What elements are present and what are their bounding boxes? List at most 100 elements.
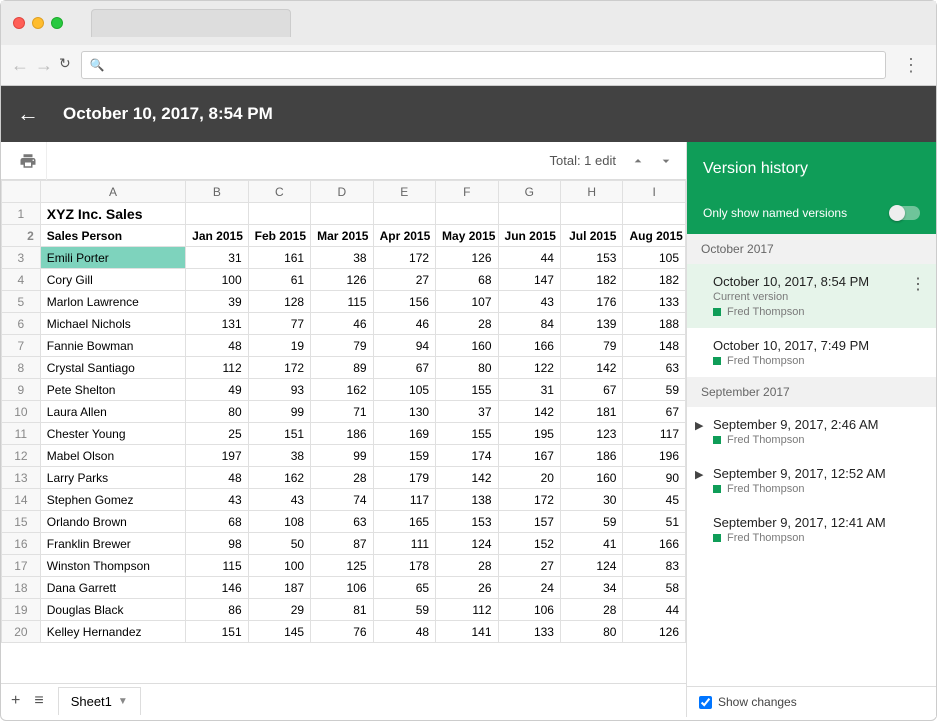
data-cell[interactable]: 128 — [248, 291, 310, 313]
data-cell[interactable]: 39 — [186, 291, 248, 313]
window-close-icon[interactable] — [13, 17, 25, 29]
data-cell[interactable]: 46 — [311, 313, 373, 335]
data-cell[interactable]: 147 — [498, 269, 560, 291]
window-min-icon[interactable] — [32, 17, 44, 29]
data-cell[interactable]: 28 — [436, 555, 498, 577]
data-cell[interactable]: 165 — [373, 511, 435, 533]
name-cell[interactable]: Winston Thompson — [40, 555, 185, 577]
data-cell[interactable]: 111 — [373, 533, 435, 555]
name-cell[interactable]: Chester Young — [40, 423, 185, 445]
data-cell[interactable]: 106 — [311, 577, 373, 599]
header-cell[interactable]: Aug 2015 — [623, 225, 686, 247]
all-sheets-button[interactable]: ≡ — [34, 692, 43, 710]
data-cell[interactable]: 197 — [186, 445, 248, 467]
name-cell[interactable]: Laura Allen — [40, 401, 185, 423]
data-cell[interactable]: 90 — [623, 467, 686, 489]
data-cell[interactable]: 179 — [373, 467, 435, 489]
data-cell[interactable]: 156 — [373, 291, 435, 313]
sheet-title-cell[interactable]: XYZ Inc. Sales — [40, 203, 185, 225]
data-cell[interactable]: 45 — [623, 489, 686, 511]
data-cell[interactable]: 131 — [186, 313, 248, 335]
data-cell[interactable]: 38 — [248, 445, 310, 467]
data-cell[interactable]: 124 — [560, 555, 622, 577]
header-cell[interactable]: Feb 2015 — [248, 225, 310, 247]
row-header[interactable]: 15 — [2, 511, 41, 533]
data-cell[interactable]: 166 — [623, 533, 686, 555]
data-cell[interactable]: 93 — [248, 379, 310, 401]
data-cell[interactable]: 172 — [498, 489, 560, 511]
data-cell[interactable]: 115 — [311, 291, 373, 313]
data-cell[interactable]: 117 — [373, 489, 435, 511]
name-cell[interactable]: Douglas Black — [40, 599, 185, 621]
data-cell[interactable]: 142 — [498, 401, 560, 423]
prev-edit-button[interactable] — [626, 149, 650, 173]
data-cell[interactable]: 41 — [560, 533, 622, 555]
column-header[interactable]: I — [623, 181, 686, 203]
data-cell[interactable]: 126 — [436, 247, 498, 269]
data-cell[interactable]: 19 — [248, 335, 310, 357]
data-cell[interactable]: 172 — [248, 357, 310, 379]
data-cell[interactable]: 133 — [498, 621, 560, 643]
next-edit-button[interactable] — [654, 149, 678, 173]
data-cell[interactable]: 94 — [373, 335, 435, 357]
data-cell[interactable]: 107 — [436, 291, 498, 313]
name-cell[interactable]: Stephen Gomez — [40, 489, 185, 511]
data-cell[interactable]: 26 — [436, 577, 498, 599]
data-cell[interactable]: 105 — [623, 247, 686, 269]
data-cell[interactable]: 155 — [436, 379, 498, 401]
data-cell[interactable]: 100 — [186, 269, 248, 291]
data-cell[interactable]: 28 — [311, 467, 373, 489]
name-cell[interactable]: Marlon Lawrence — [40, 291, 185, 313]
row-header[interactable]: 16 — [2, 533, 41, 555]
data-cell[interactable]: 89 — [311, 357, 373, 379]
version-item[interactable]: ⋮October 10, 2017, 8:54 PMCurrent versio… — [687, 264, 936, 328]
data-cell[interactable]: 126 — [623, 621, 686, 643]
row-header[interactable]: 7 — [2, 335, 41, 357]
back-arrow-icon[interactable]: ← — [17, 101, 39, 127]
name-cell[interactable]: Pete Shelton — [40, 379, 185, 401]
spreadsheet-area[interactable]: ABCDEFGHI 1XYZ Inc. Sales2Sales PersonJa… — [1, 180, 686, 683]
browser-menu-icon[interactable]: ⋮ — [896, 55, 926, 76]
data-cell[interactable]: 34 — [560, 577, 622, 599]
data-cell[interactable]: 159 — [373, 445, 435, 467]
data-cell[interactable]: 48 — [373, 621, 435, 643]
data-cell[interactable]: 43 — [498, 291, 560, 313]
data-cell[interactable]: 162 — [248, 467, 310, 489]
data-cell[interactable]: 99 — [248, 401, 310, 423]
data-cell[interactable]: 141 — [436, 621, 498, 643]
data-cell[interactable]: 46 — [373, 313, 435, 335]
window-max-icon[interactable] — [51, 17, 63, 29]
name-cell[interactable]: Cory Gill — [40, 269, 185, 291]
data-cell[interactable]: 80 — [436, 357, 498, 379]
data-cell[interactable]: 67 — [623, 401, 686, 423]
cell[interactable] — [623, 203, 686, 225]
data-cell[interactable]: 80 — [186, 401, 248, 423]
data-cell[interactable]: 44 — [498, 247, 560, 269]
data-cell[interactable]: 51 — [623, 511, 686, 533]
show-changes-checkbox[interactable] — [699, 696, 712, 709]
data-cell[interactable]: 125 — [311, 555, 373, 577]
data-cell[interactable]: 152 — [498, 533, 560, 555]
data-cell[interactable]: 28 — [436, 313, 498, 335]
header-cell[interactable]: Jun 2015 — [498, 225, 560, 247]
cell[interactable] — [560, 203, 622, 225]
data-cell[interactable]: 74 — [311, 489, 373, 511]
data-cell[interactable]: 157 — [498, 511, 560, 533]
data-cell[interactable]: 31 — [498, 379, 560, 401]
data-cell[interactable]: 151 — [248, 423, 310, 445]
named-versions-toggle[interactable] — [890, 206, 920, 220]
data-cell[interactable]: 48 — [186, 335, 248, 357]
data-cell[interactable]: 172 — [373, 247, 435, 269]
data-cell[interactable]: 142 — [436, 467, 498, 489]
row-header[interactable]: 10 — [2, 401, 41, 423]
nav-back-icon[interactable]: ← — [11, 55, 29, 76]
data-cell[interactable]: 67 — [373, 357, 435, 379]
cell[interactable] — [373, 203, 435, 225]
row-header[interactable]: 9 — [2, 379, 41, 401]
data-cell[interactable]: 49 — [186, 379, 248, 401]
data-cell[interactable]: 182 — [623, 269, 686, 291]
row-header[interactable]: 2 — [2, 225, 41, 247]
data-cell[interactable]: 153 — [436, 511, 498, 533]
data-cell[interactable]: 133 — [623, 291, 686, 313]
data-cell[interactable]: 61 — [248, 269, 310, 291]
